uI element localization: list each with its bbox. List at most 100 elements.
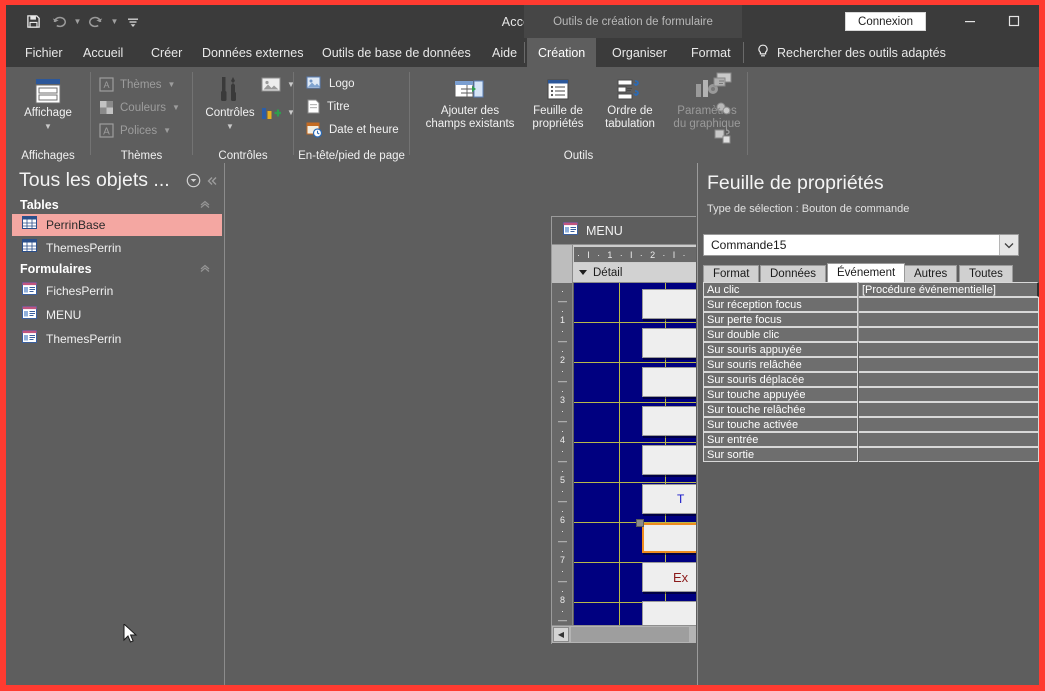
property-row[interactable]: Sur souris relâchée: [703, 357, 1039, 372]
property-row[interactable]: Sur perte focus: [703, 312, 1039, 327]
customize-quick-access-icon[interactable]: [120, 9, 146, 35]
property-row[interactable]: Sur double clic: [703, 327, 1039, 342]
tab-creer[interactable]: Créer: [140, 38, 193, 67]
tab-fichier[interactable]: Fichier: [14, 38, 74, 67]
property-value[interactable]: [859, 357, 1039, 372]
insert-image-button[interactable]: ▼: [261, 77, 295, 92]
tab-autres[interactable]: Autres: [904, 265, 958, 282]
convert-macros-icon[interactable]: [713, 128, 733, 150]
polices-caret-icon[interactable]: ▼: [163, 126, 171, 135]
tab-outils-base-de-donnees[interactable]: Outils de base de données: [311, 38, 482, 67]
horizontal-ruler[interactable]: · I · 1 · I · 2 · I ·: [552, 244, 696, 264]
undo-dropdown-caret-icon[interactable]: ▼: [72, 9, 83, 35]
ruler-corner[interactable]: [552, 245, 573, 264]
date-heure-button[interactable]: Date et heure: [306, 122, 399, 138]
vertical-ruler[interactable]: · — · 1 · — · 2 · — · 3 · — · 4 · — · 5: [552, 283, 573, 625]
tab-donnees-externes[interactable]: Données externes: [191, 38, 314, 67]
insert-chart-button[interactable]: ▼: [261, 104, 295, 120]
polices-button[interactable]: A Polices ▼: [99, 123, 171, 138]
subform-in-new-window-icon[interactable]: [713, 72, 733, 94]
property-value[interactable]: [859, 387, 1039, 402]
view-code-icon[interactable]: [713, 100, 733, 122]
tab-toutes[interactable]: Toutes: [959, 265, 1013, 282]
property-value[interactable]: [Procédure événementielle]: [859, 282, 1039, 297]
chevron-up-icon[interactable]: [199, 199, 211, 212]
themes-caret-icon[interactable]: ▼: [168, 80, 176, 89]
property-value[interactable]: [859, 372, 1039, 387]
chevron-down-circle-icon[interactable]: [186, 173, 201, 193]
nav-group-tables[interactable]: Tables: [6, 195, 225, 215]
property-row[interactable]: Sur réception focus: [703, 297, 1039, 312]
affichage-caret-icon[interactable]: ▼: [44, 120, 52, 133]
tab-evenement[interactable]: Événement: [827, 263, 906, 282]
connexion-button[interactable]: Connexion: [845, 12, 926, 31]
maximize-button[interactable]: [992, 5, 1036, 36]
nav-item-themesperrin-table[interactable]: ThemesPerrin: [12, 237, 222, 259]
tab-organiser[interactable]: Organiser: [601, 38, 678, 67]
form-command-button[interactable]: [642, 601, 696, 625]
collapse-double-chevron-icon[interactable]: [205, 174, 219, 191]
scroll-left-arrow-icon[interactable]: ◀: [553, 627, 569, 642]
nav-item-themesperrin-form[interactable]: ThemesPerrin: [12, 328, 222, 350]
form-command-button[interactable]: Ex: [642, 562, 696, 592]
feuille-de-proprietes-button[interactable]: Feuille de propriétés: [522, 77, 594, 131]
chevron-down-icon[interactable]: [999, 235, 1018, 255]
minimize-button[interactable]: [948, 5, 992, 36]
selection-handle[interactable]: [636, 519, 644, 527]
horizontal-scrollbar[interactable]: ◀: [552, 625, 696, 643]
property-row[interactable]: Sur touche activée: [703, 417, 1039, 432]
property-row[interactable]: Sur touche relâchée: [703, 402, 1039, 417]
property-value[interactable]: [859, 297, 1039, 312]
tab-format[interactable]: Format: [703, 265, 760, 282]
nav-item-menu[interactable]: MENU: [12, 304, 222, 326]
form-command-button[interactable]: [642, 289, 696, 319]
tab-donnees[interactable]: Données: [760, 265, 827, 282]
nav-item-perrinbase[interactable]: PerrinBase: [12, 214, 222, 236]
redo-dropdown-caret-icon[interactable]: ▼: [109, 9, 120, 35]
property-value[interactable]: [859, 432, 1039, 447]
object-selector-combobox[interactable]: Commande15: [703, 234, 1019, 256]
property-value[interactable]: [859, 312, 1039, 327]
section-selector[interactable]: [552, 263, 573, 283]
form-command-button-selected[interactable]: [642, 523, 696, 553]
property-row[interactable]: Au clic [Procédure événementielle]: [703, 282, 1039, 297]
tab-accueil[interactable]: Accueil: [72, 38, 134, 67]
undo-icon[interactable]: [46, 9, 72, 35]
form-command-button[interactable]: T: [642, 484, 696, 514]
property-value[interactable]: [859, 417, 1039, 432]
controles-button[interactable]: Contrôles ▼: [199, 75, 261, 133]
form-section-header[interactable]: Détail: [552, 263, 696, 283]
logo-button[interactable]: Logo: [306, 76, 355, 91]
couleurs-button[interactable]: Couleurs ▼: [99, 100, 180, 115]
property-row[interactable]: Sur touche appuyée: [703, 387, 1039, 402]
chevron-up-icon[interactable]: [199, 263, 211, 276]
form-document-tab[interactable]: MENU: [552, 217, 696, 244]
property-value[interactable]: [859, 327, 1039, 342]
form-command-button[interactable]: [642, 367, 696, 397]
section-collapse-icon[interactable]: [578, 267, 588, 280]
couleurs-caret-icon[interactable]: ▼: [172, 103, 180, 112]
ajouter-champs-existants-button[interactable]: Ajouter des champs existants: [418, 77, 522, 131]
tab-format[interactable]: Format: [680, 38, 742, 67]
redo-icon[interactable]: [83, 9, 109, 35]
form-command-button[interactable]: [642, 328, 696, 358]
titre-button[interactable]: Titre: [306, 99, 350, 114]
property-row[interactable]: Sur souris déplacée: [703, 372, 1039, 387]
nav-item-fichesperrin[interactable]: FichesPerrin: [12, 280, 222, 302]
save-icon[interactable]: [20, 9, 46, 35]
property-row[interactable]: Sur sortie: [703, 447, 1039, 462]
themes-button[interactable]: A Thèmes ▼: [99, 77, 175, 92]
scrollbar-thumb[interactable]: [571, 627, 689, 642]
property-value[interactable]: [859, 342, 1039, 357]
form-canvas[interactable]: T Ex: [574, 283, 696, 625]
tab-creation[interactable]: Création: [527, 38, 597, 67]
form-command-button[interactable]: [642, 406, 696, 436]
parametres-du-graphique-button[interactable]: Paramètres du graphique: [666, 77, 748, 131]
tab-aide[interactable]: Aide: [481, 38, 528, 67]
property-row[interactable]: Sur entrée: [703, 432, 1039, 447]
form-command-button[interactable]: [642, 445, 696, 475]
property-row[interactable]: Sur souris appuyée: [703, 342, 1039, 357]
nav-group-formulaires[interactable]: Formulaires: [6, 259, 225, 279]
ordre-de-tabulation-button[interactable]: Ordre de tabulation: [594, 77, 666, 131]
controles-caret-icon[interactable]: ▼: [226, 120, 234, 133]
